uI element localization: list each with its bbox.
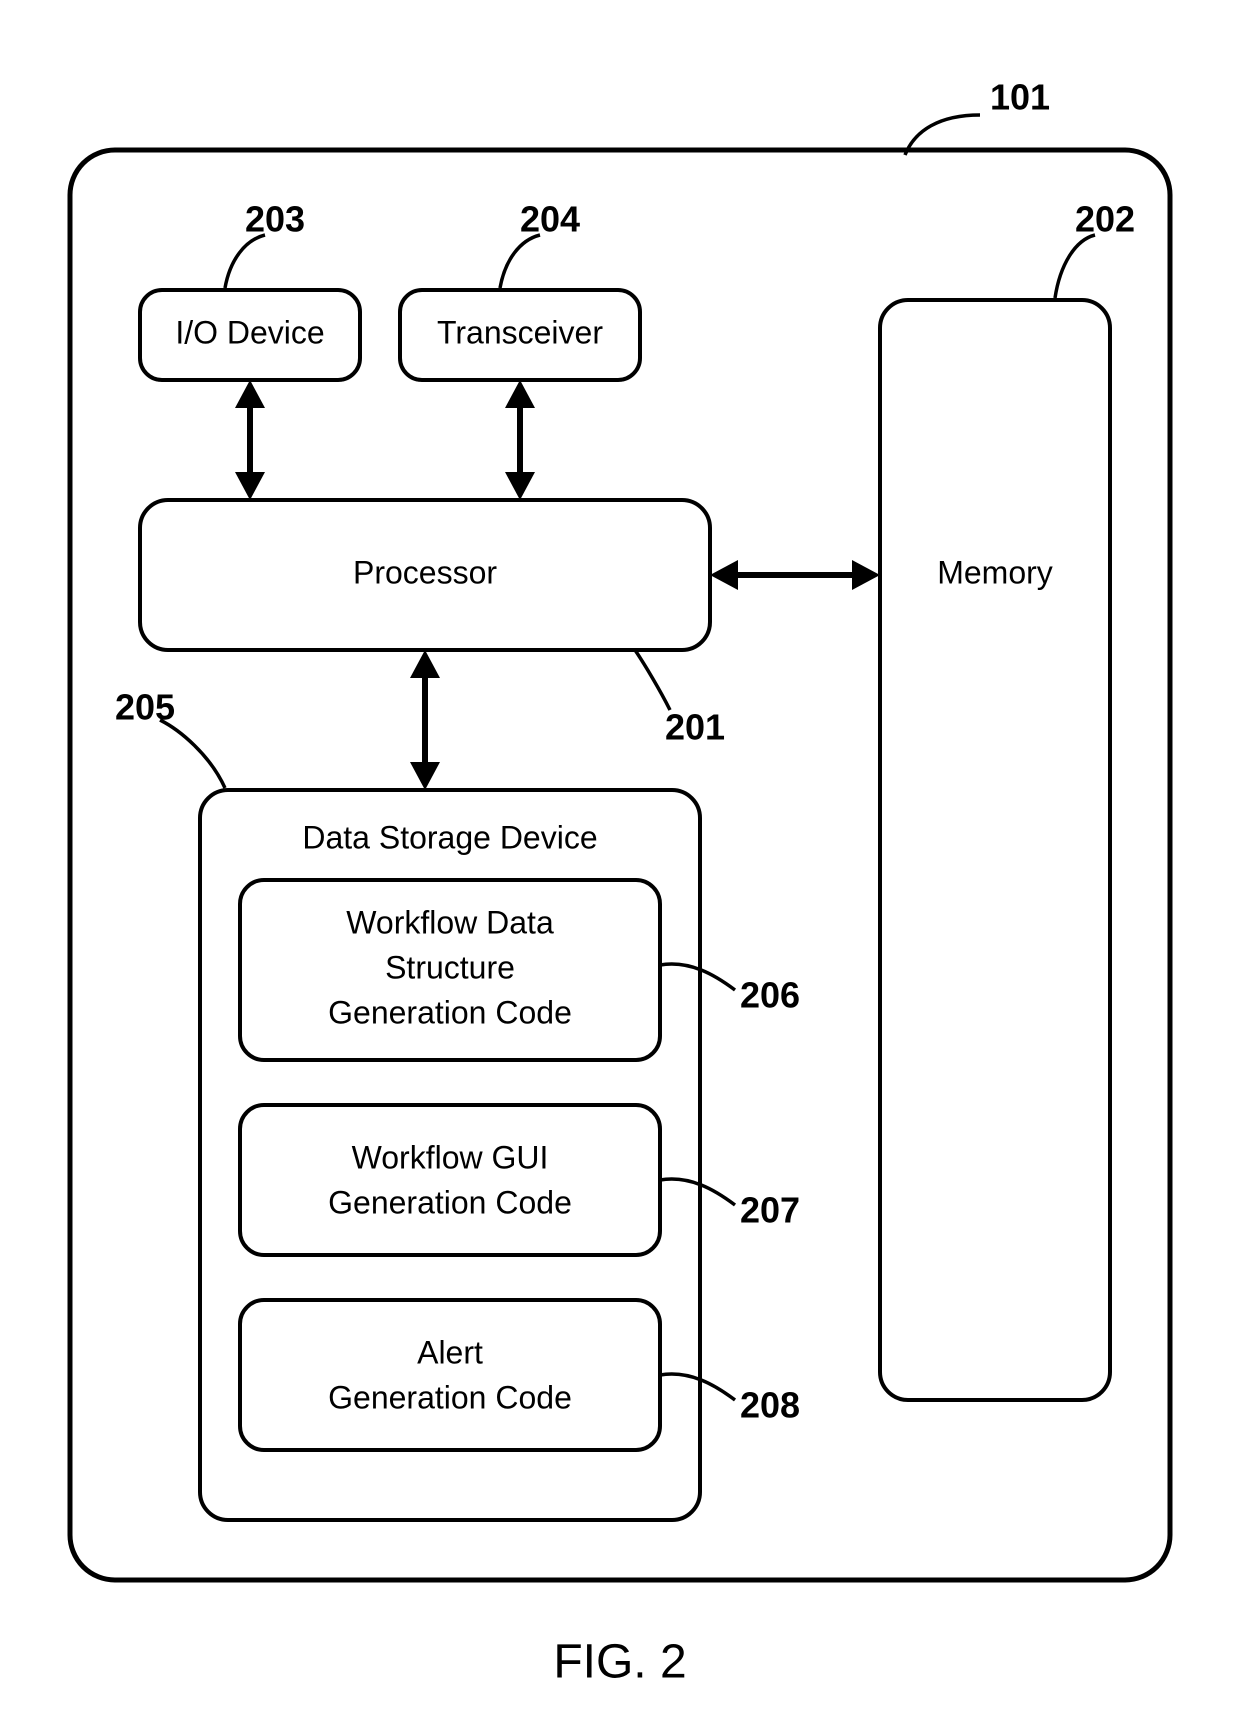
code2-line1: Workflow GUI (352, 1139, 549, 1175)
arrowhead (852, 560, 880, 590)
processor-label: Processor (353, 554, 497, 590)
code3-line2: Generation Code (328, 1379, 572, 1415)
code1-line3: Generation Code (328, 994, 572, 1030)
code2-box (240, 1105, 660, 1255)
diagram-svg: 101 I/O Device 203 Transceiver 204 Proce… (0, 0, 1240, 1723)
arrowhead (235, 380, 265, 408)
leader-201 (635, 650, 670, 710)
ref-203: 203 (245, 199, 305, 240)
ref-101: 101 (990, 77, 1050, 118)
ref-202: 202 (1075, 199, 1135, 240)
memory-box (880, 300, 1110, 1400)
arrowhead (710, 560, 738, 590)
ref-208: 208 (740, 1385, 800, 1426)
code1-line1: Workflow Data (346, 904, 554, 940)
io-device-label: I/O Device (175, 314, 324, 350)
ref-204: 204 (520, 199, 580, 240)
ref-205: 205 (115, 687, 175, 728)
code1-line2: Structure (385, 949, 515, 985)
ref-206: 206 (740, 975, 800, 1016)
leader-203 (225, 235, 265, 288)
memory-label: Memory (937, 554, 1053, 590)
figure-label: FIG. 2 (553, 1636, 686, 1689)
leader-205 (160, 720, 225, 788)
code2-line2: Generation Code (328, 1184, 572, 1220)
ref-201: 201 (665, 707, 725, 748)
leader-204 (500, 235, 540, 288)
leader-202 (1055, 235, 1095, 298)
ref-207: 207 (740, 1190, 800, 1231)
arrowhead (410, 762, 440, 790)
code3-box (240, 1300, 660, 1450)
transceiver-label: Transceiver (437, 314, 603, 350)
arrowhead (410, 650, 440, 678)
arrowhead (505, 472, 535, 500)
arrowhead (505, 380, 535, 408)
storage-label: Data Storage Device (302, 819, 597, 855)
arrowhead (235, 472, 265, 500)
code3-line1: Alert (417, 1334, 483, 1370)
